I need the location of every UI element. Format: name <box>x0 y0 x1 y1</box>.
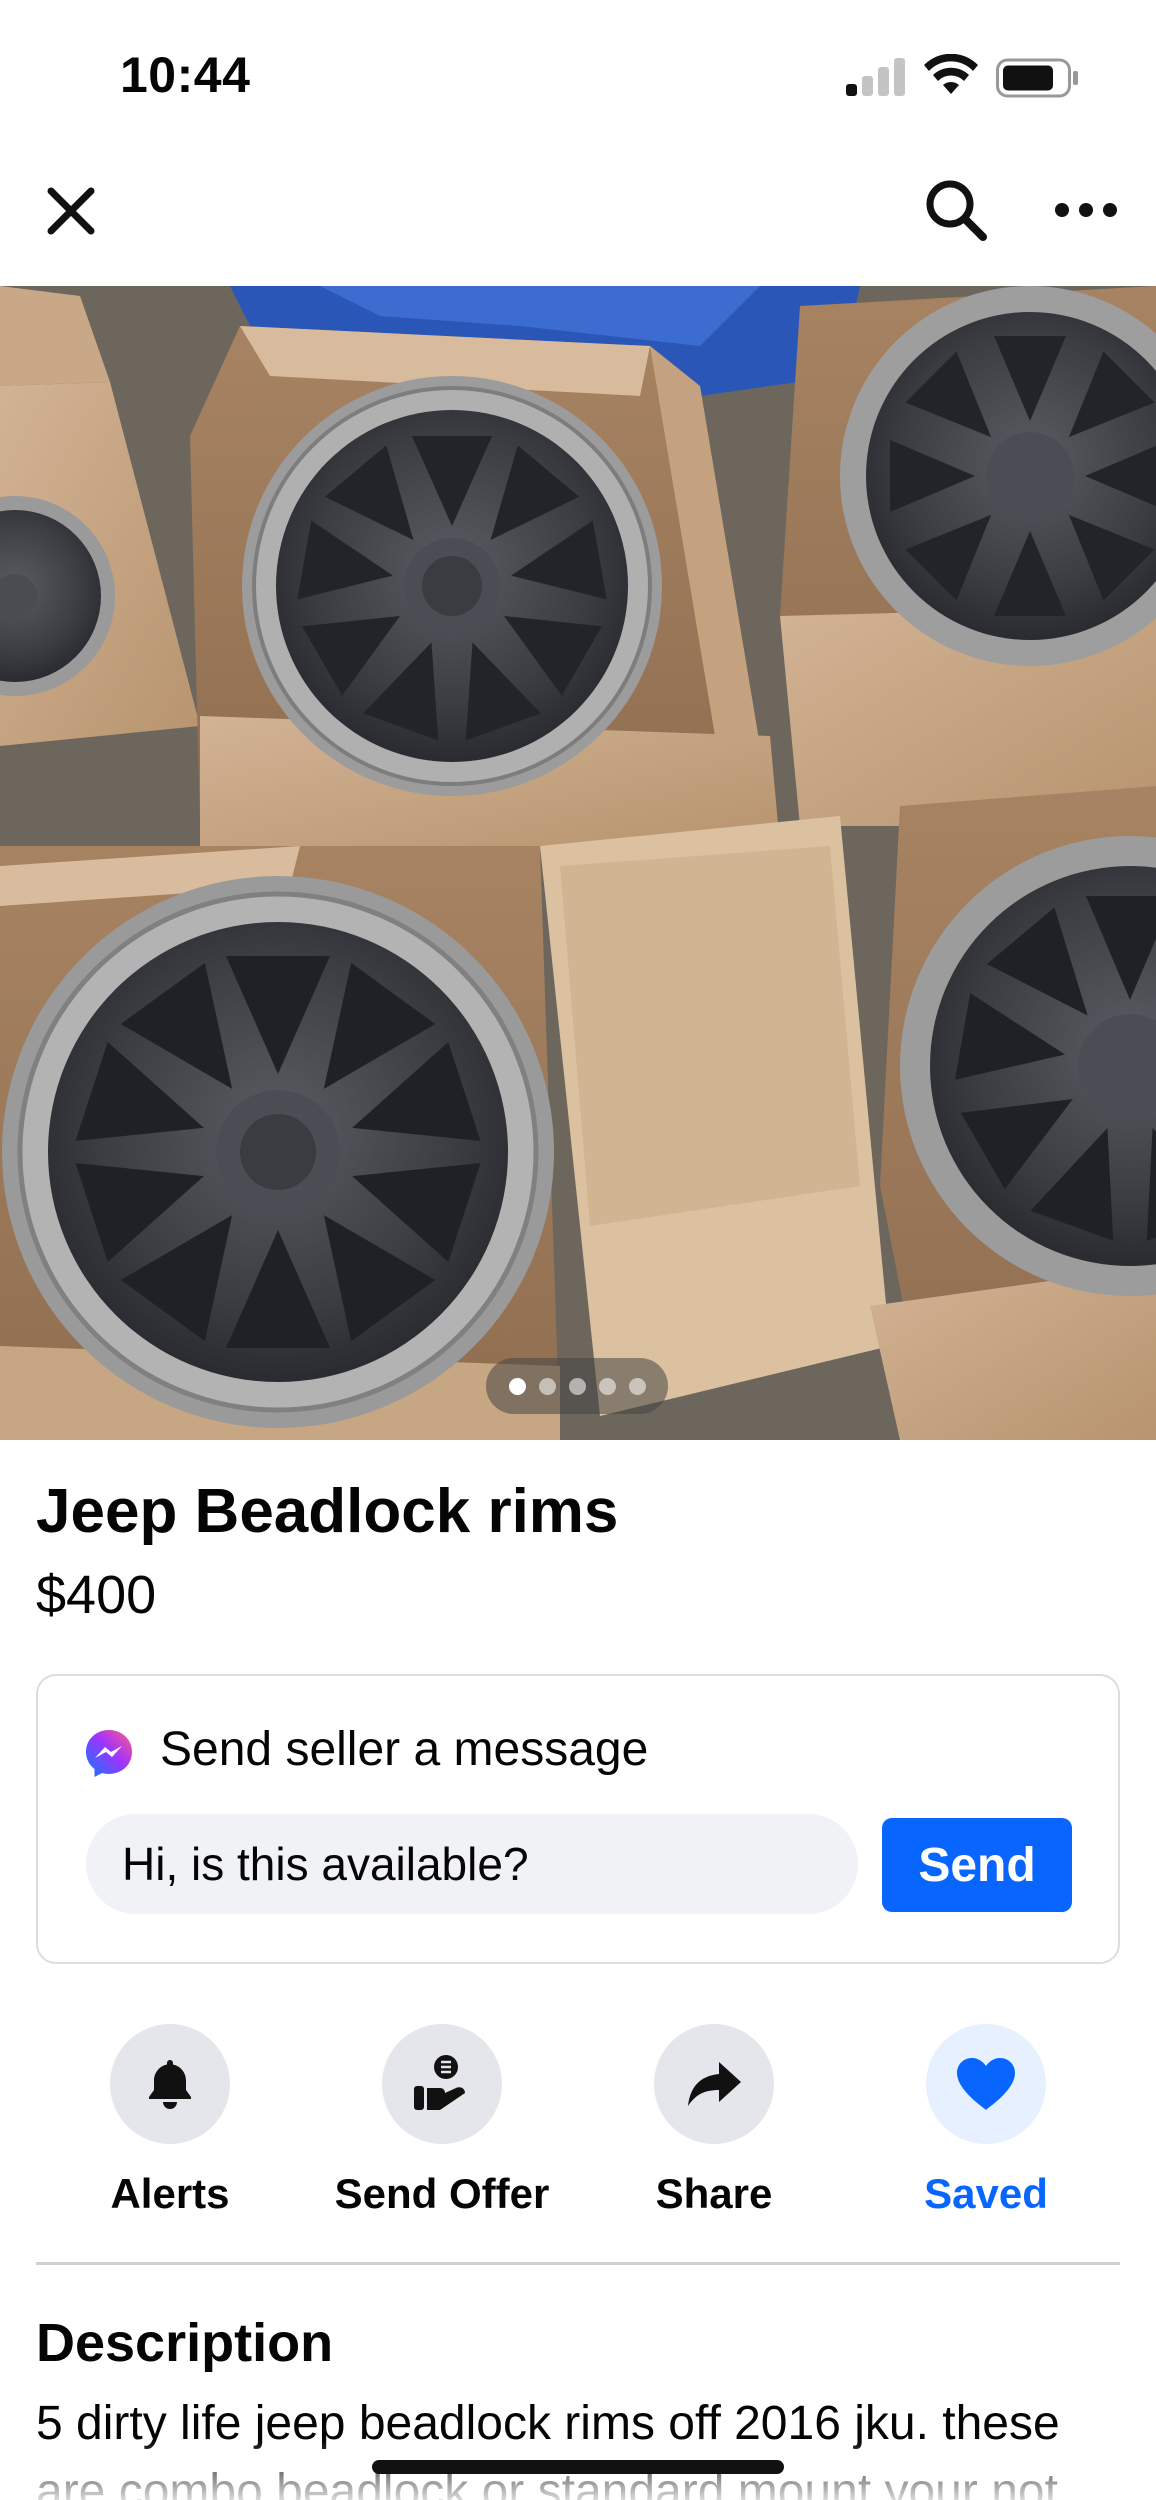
top-nav <box>0 140 1156 286</box>
alerts-button[interactable]: Alerts <box>40 2020 300 2220</box>
saved-label: Saved <box>924 2170 1048 2217</box>
share-arrow-icon <box>688 2062 741 2106</box>
listing-title: Jeep Beadlock rims <box>36 1477 619 1546</box>
photo-pager[interactable] <box>486 1358 668 1414</box>
status-bar: 10:44 <box>0 0 1156 140</box>
saved-button[interactable]: Saved <box>856 2020 1116 2220</box>
message-heading: Send seller a message <box>160 1723 649 1776</box>
battery-icon <box>996 58 1078 98</box>
search-button[interactable] <box>916 170 996 250</box>
alerts-label: Alerts <box>110 2170 230 2217</box>
send-button[interactable]: Send <box>882 1818 1072 1912</box>
more-options-button[interactable] <box>1046 180 1126 240</box>
message-seller-card: Send seller a message Send <box>36 1674 1120 1964</box>
pager-dot[interactable] <box>628 1377 646 1395</box>
pager-dot[interactable] <box>508 1377 526 1395</box>
listing-price: $400 <box>36 1565 157 1625</box>
close-button[interactable] <box>36 176 106 246</box>
share-label: Share <box>655 2170 773 2217</box>
search-icon <box>926 180 987 241</box>
description-heading: Description <box>36 2313 334 2373</box>
share-circle <box>654 2024 774 2144</box>
saved-circle <box>926 2024 1046 2144</box>
send-offer-button[interactable]: Send Offer <box>312 2020 572 2220</box>
cellular-signal-icon <box>846 58 906 96</box>
messenger-icon <box>86 1730 132 1777</box>
alerts-circle <box>110 2024 230 2144</box>
bell-icon <box>149 2060 191 2109</box>
pager-dot[interactable] <box>538 1377 556 1395</box>
send-offer-circle <box>382 2024 502 2144</box>
status-time: 10:44 <box>120 47 251 103</box>
wifi-icon <box>924 54 978 94</box>
action-bar: Alerts Send Offer Share Saved <box>0 2020 1156 2220</box>
message-input[interactable] <box>86 1814 858 1914</box>
send-offer-label: Send Offer <box>334 2170 550 2217</box>
divider <box>36 2262 1120 2265</box>
more-icon <box>1055 203 1117 217</box>
close-icon <box>47 187 95 235</box>
rims-in-boxes-image <box>0 286 1156 1440</box>
share-button[interactable]: Share <box>584 2020 844 2220</box>
home-indicator[interactable] <box>372 2460 784 2474</box>
listing-photo[interactable] <box>0 286 1156 1440</box>
heart-icon <box>957 2058 1015 2110</box>
offer-hand-icon <box>414 2055 465 2110</box>
pager-dot[interactable] <box>598 1377 616 1395</box>
pager-dot[interactable] <box>568 1377 586 1395</box>
